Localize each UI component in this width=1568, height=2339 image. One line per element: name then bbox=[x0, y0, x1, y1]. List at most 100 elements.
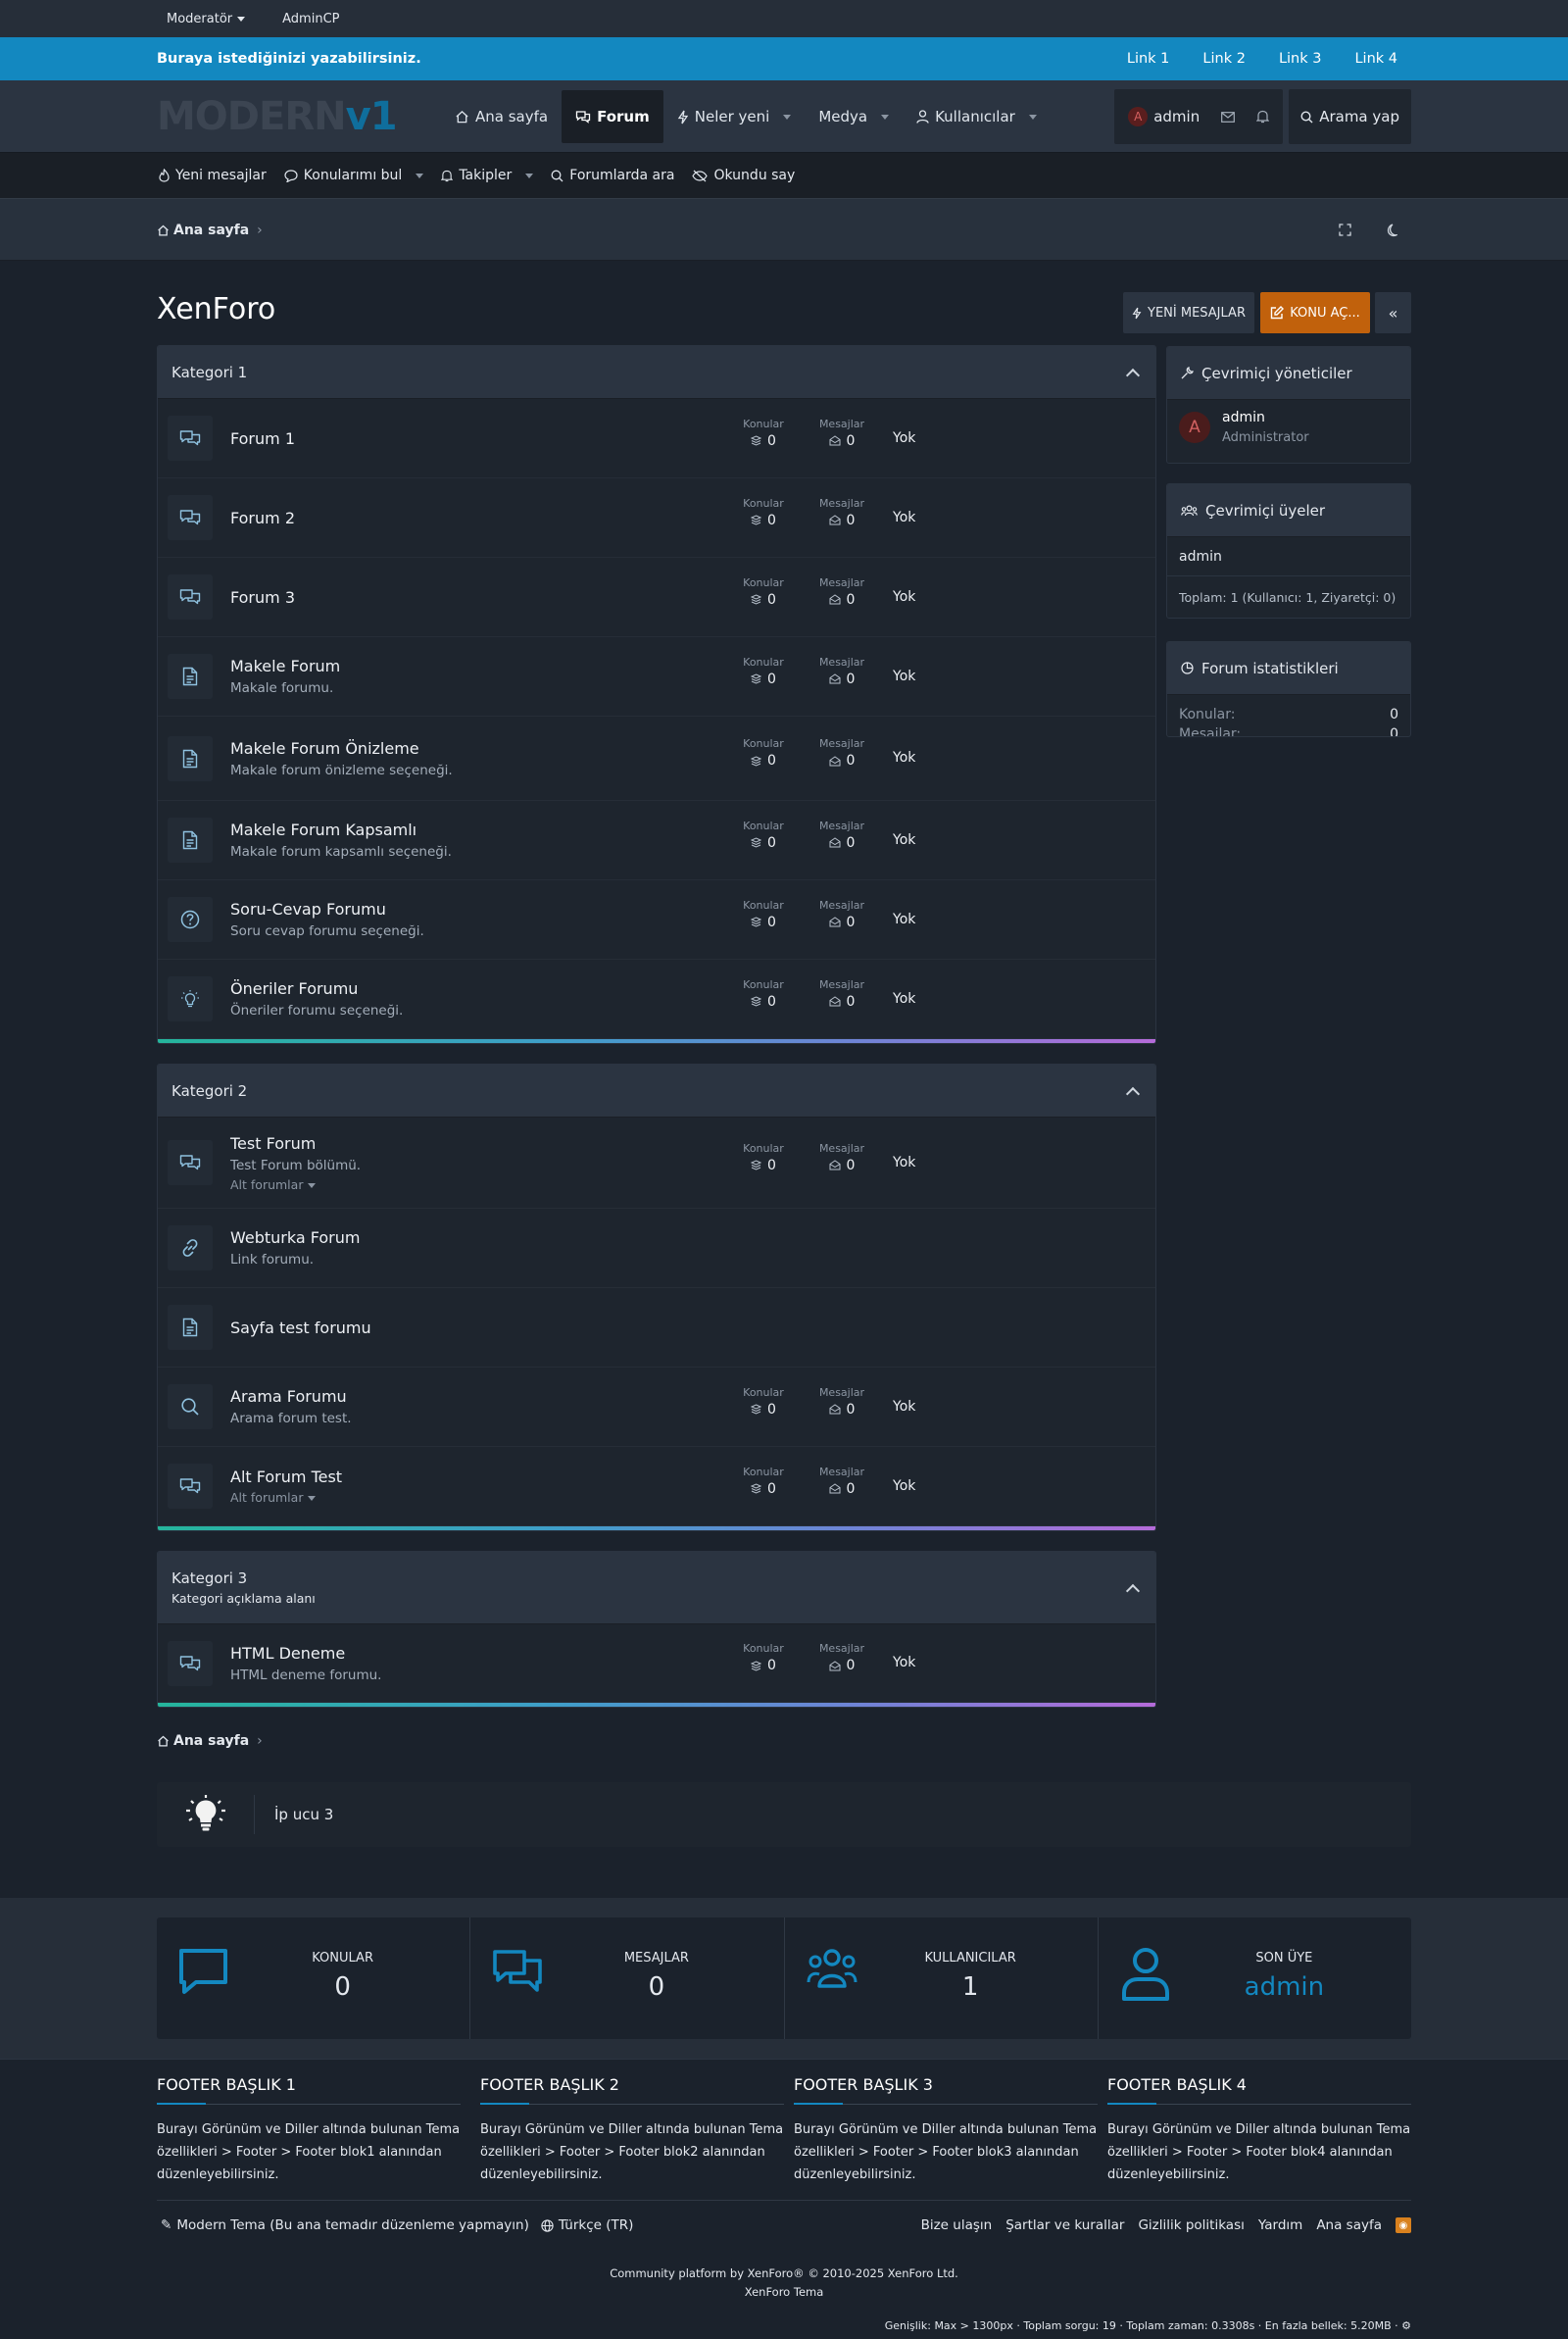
gear-icon[interactable]: ⚙ bbox=[1401, 2319, 1411, 2332]
forum-title[interactable]: Öneriler Forumu bbox=[230, 979, 1155, 998]
online-username[interactable]: admin bbox=[1167, 537, 1410, 576]
forum-title[interactable]: Makele Forum Kapsamlı bbox=[230, 821, 1155, 839]
subnav-watched[interactable]: Takipler bbox=[441, 168, 534, 183]
notice-link-1[interactable]: Link 1 bbox=[1127, 51, 1170, 67]
category-block: Kategori 1 Forum 1 Konular 0 Mesajlar 0 Yok For… bbox=[157, 345, 1156, 1044]
post-thread-label: KONU AÇ... bbox=[1290, 305, 1360, 321]
forum-title[interactable]: Sayfa test forumu bbox=[230, 1319, 1155, 1337]
chevron-up-icon[interactable] bbox=[1125, 1583, 1141, 1598]
forum-title[interactable]: Soru-Cevap Forumu bbox=[230, 900, 1155, 919]
style-chooser[interactable]: ✎ Modern Tema (Bu ana temadır düzenleme y… bbox=[161, 2217, 529, 2233]
chevron-up-icon[interactable] bbox=[1125, 1086, 1141, 1101]
envelope-icon[interactable] bbox=[1221, 111, 1236, 123]
online-total: Toplam: 1 (Kullanıcı: 1, Ziyaretçi: 0) bbox=[1179, 589, 1396, 605]
search-button[interactable]: Arama yap bbox=[1289, 89, 1411, 144]
moon-icon[interactable] bbox=[1385, 224, 1397, 237]
messages-count: 0 bbox=[846, 432, 856, 449]
fire-icon bbox=[159, 169, 170, 182]
forum-title[interactable]: Makele Forum bbox=[230, 657, 1155, 675]
nav-tab-members[interactable]: Kullanıcılar bbox=[903, 90, 1051, 143]
stats-threads-value: 0 bbox=[1390, 707, 1398, 722]
messages-label: Mesajlar bbox=[818, 1465, 865, 1478]
footer-link-help[interactable]: Yardım bbox=[1258, 2217, 1302, 2233]
envelope-open-icon bbox=[829, 755, 841, 767]
sidebar-toggle-button[interactable]: « bbox=[1375, 292, 1411, 333]
layer-icon bbox=[751, 755, 762, 767]
forum-title[interactable]: Makele Forum Önizleme bbox=[230, 739, 1155, 758]
nav-forum-label: Forum bbox=[597, 108, 650, 125]
rss-icon[interactable]: ◉ bbox=[1396, 2217, 1411, 2233]
moderator-menu[interactable]: Moderatör bbox=[167, 12, 246, 26]
footer-link-privacy[interactable]: Gizlilik politikası bbox=[1138, 2217, 1244, 2233]
subnav-mark-read-label: Okundu say bbox=[713, 168, 796, 183]
nav-tab-forum[interactable]: Forum bbox=[562, 90, 663, 143]
home-icon bbox=[157, 1735, 170, 1747]
logo-main: MODERN bbox=[157, 94, 347, 139]
latest-member-link[interactable]: admin bbox=[1099, 1972, 1411, 2002]
nav-tab-whatsnew[interactable]: Neler yeni bbox=[663, 90, 806, 143]
messages-label: Mesajlar bbox=[818, 977, 865, 991]
nav-tab-media[interactable]: Medya bbox=[805, 90, 903, 143]
forum-title[interactable]: Forum 1 bbox=[230, 429, 1155, 448]
chevron-up-icon[interactable] bbox=[1125, 368, 1141, 382]
staff-username[interactable]: admin bbox=[1222, 410, 1309, 425]
forum-node: Webturka Forum Link forumu. bbox=[158, 1209, 1155, 1288]
threads-count: 0 bbox=[767, 753, 776, 769]
subnav-find-threads[interactable]: Konularımı bul bbox=[284, 168, 424, 183]
category-header[interactable]: Kategori 1 bbox=[158, 346, 1155, 399]
stats-messages-row: Mesajlar: 0 bbox=[1167, 726, 1410, 736]
notice-link-2[interactable]: Link 2 bbox=[1202, 51, 1246, 67]
site-logo[interactable]: MODERNv1 bbox=[157, 94, 441, 139]
threads-count: 0 bbox=[767, 671, 776, 687]
footer-link-terms[interactable]: Şartlar ve kurallar bbox=[1005, 2217, 1124, 2233]
notice-link-4[interactable]: Link 4 bbox=[1354, 51, 1397, 67]
forum-messages-stat: Mesajlar 0 bbox=[812, 820, 871, 851]
chevron-down-icon[interactable] bbox=[783, 114, 792, 120]
forum-title[interactable]: Forum 2 bbox=[230, 509, 1155, 527]
chevron-down-icon[interactable] bbox=[1028, 114, 1037, 120]
avatar[interactable]: A bbox=[1179, 412, 1210, 443]
subnav-new-posts[interactable]: Yeni mesajlar bbox=[159, 168, 267, 183]
layer-icon bbox=[751, 837, 762, 848]
language-chooser[interactable]: Türkçe (TR) bbox=[541, 2217, 633, 2233]
category-header[interactable]: Kategori 3 Kategori açıklama alanı bbox=[158, 1552, 1155, 1624]
bell-icon[interactable] bbox=[1256, 110, 1270, 124]
subforums-toggle[interactable]: Alt forumlar bbox=[230, 1177, 1155, 1192]
footer-col-text: Burayı Görünüm ve Diller altında bulunan… bbox=[794, 2122, 1098, 2182]
notice-link-3[interactable]: Link 3 bbox=[1279, 51, 1322, 67]
subnav-new-posts-label: Yeni mesajlar bbox=[175, 168, 267, 183]
account-link[interactable]: Aadmin bbox=[1128, 107, 1200, 126]
category-title[interactable]: Kategori 1 bbox=[172, 364, 247, 381]
forum-title[interactable]: Forum 3 bbox=[230, 588, 1155, 607]
forum-title[interactable]: Arama Forumu bbox=[230, 1387, 1155, 1406]
forum-title[interactable]: HTML Deneme bbox=[230, 1644, 1155, 1663]
category-title[interactable]: Kategori 3 bbox=[172, 1569, 316, 1587]
footer-col-1: FOOTER BAŞLIK 1 Burayı Görünüm ve Diller … bbox=[157, 2075, 461, 2186]
category-header[interactable]: Kategori 2 bbox=[158, 1065, 1155, 1118]
chevron-down-icon[interactable] bbox=[881, 114, 890, 120]
bell-icon bbox=[441, 170, 454, 182]
category-title[interactable]: Kategori 2 bbox=[172, 1082, 247, 1100]
forum-title[interactable]: Alt Forum Test bbox=[230, 1468, 1155, 1486]
home-icon bbox=[455, 110, 469, 124]
copyright: Community platform by XenForo® © 2010-20… bbox=[0, 2264, 1568, 2302]
expand-icon[interactable] bbox=[1339, 224, 1351, 237]
threads-count: 0 bbox=[767, 1480, 776, 1497]
admincp-link[interactable]: AdminCP bbox=[282, 12, 339, 26]
copyright-line-1[interactable]: Community platform by XenForo® © 2010-20… bbox=[0, 2264, 1568, 2283]
comments-icon bbox=[168, 1464, 213, 1509]
breadcrumb-bottom[interactable]: Ana sayfa › bbox=[157, 1733, 263, 1749]
category-gradient-line bbox=[158, 1703, 1155, 1707]
nav-tab-home[interactable]: Ana sayfa bbox=[441, 90, 562, 143]
subforums-toggle[interactable]: Alt forumlar bbox=[230, 1490, 1155, 1505]
subnav-search-forums[interactable]: Forumlarda ara bbox=[551, 168, 674, 183]
post-thread-button[interactable]: KONU AÇ... bbox=[1260, 292, 1370, 333]
forum-title[interactable]: Test Forum bbox=[230, 1134, 1155, 1153]
last-post-none: Yok bbox=[893, 588, 916, 605]
footer-link-contact[interactable]: Bize ulaşın bbox=[921, 2217, 993, 2233]
new-posts-button[interactable]: YENİ MESAJLAR bbox=[1123, 292, 1254, 333]
footer-link-home[interactable]: Ana sayfa bbox=[1316, 2217, 1382, 2233]
breadcrumb[interactable]: Ana sayfa › bbox=[157, 223, 263, 238]
forum-title[interactable]: Webturka Forum bbox=[230, 1228, 1155, 1247]
subnav-mark-read[interactable]: Okundu say bbox=[692, 168, 795, 183]
